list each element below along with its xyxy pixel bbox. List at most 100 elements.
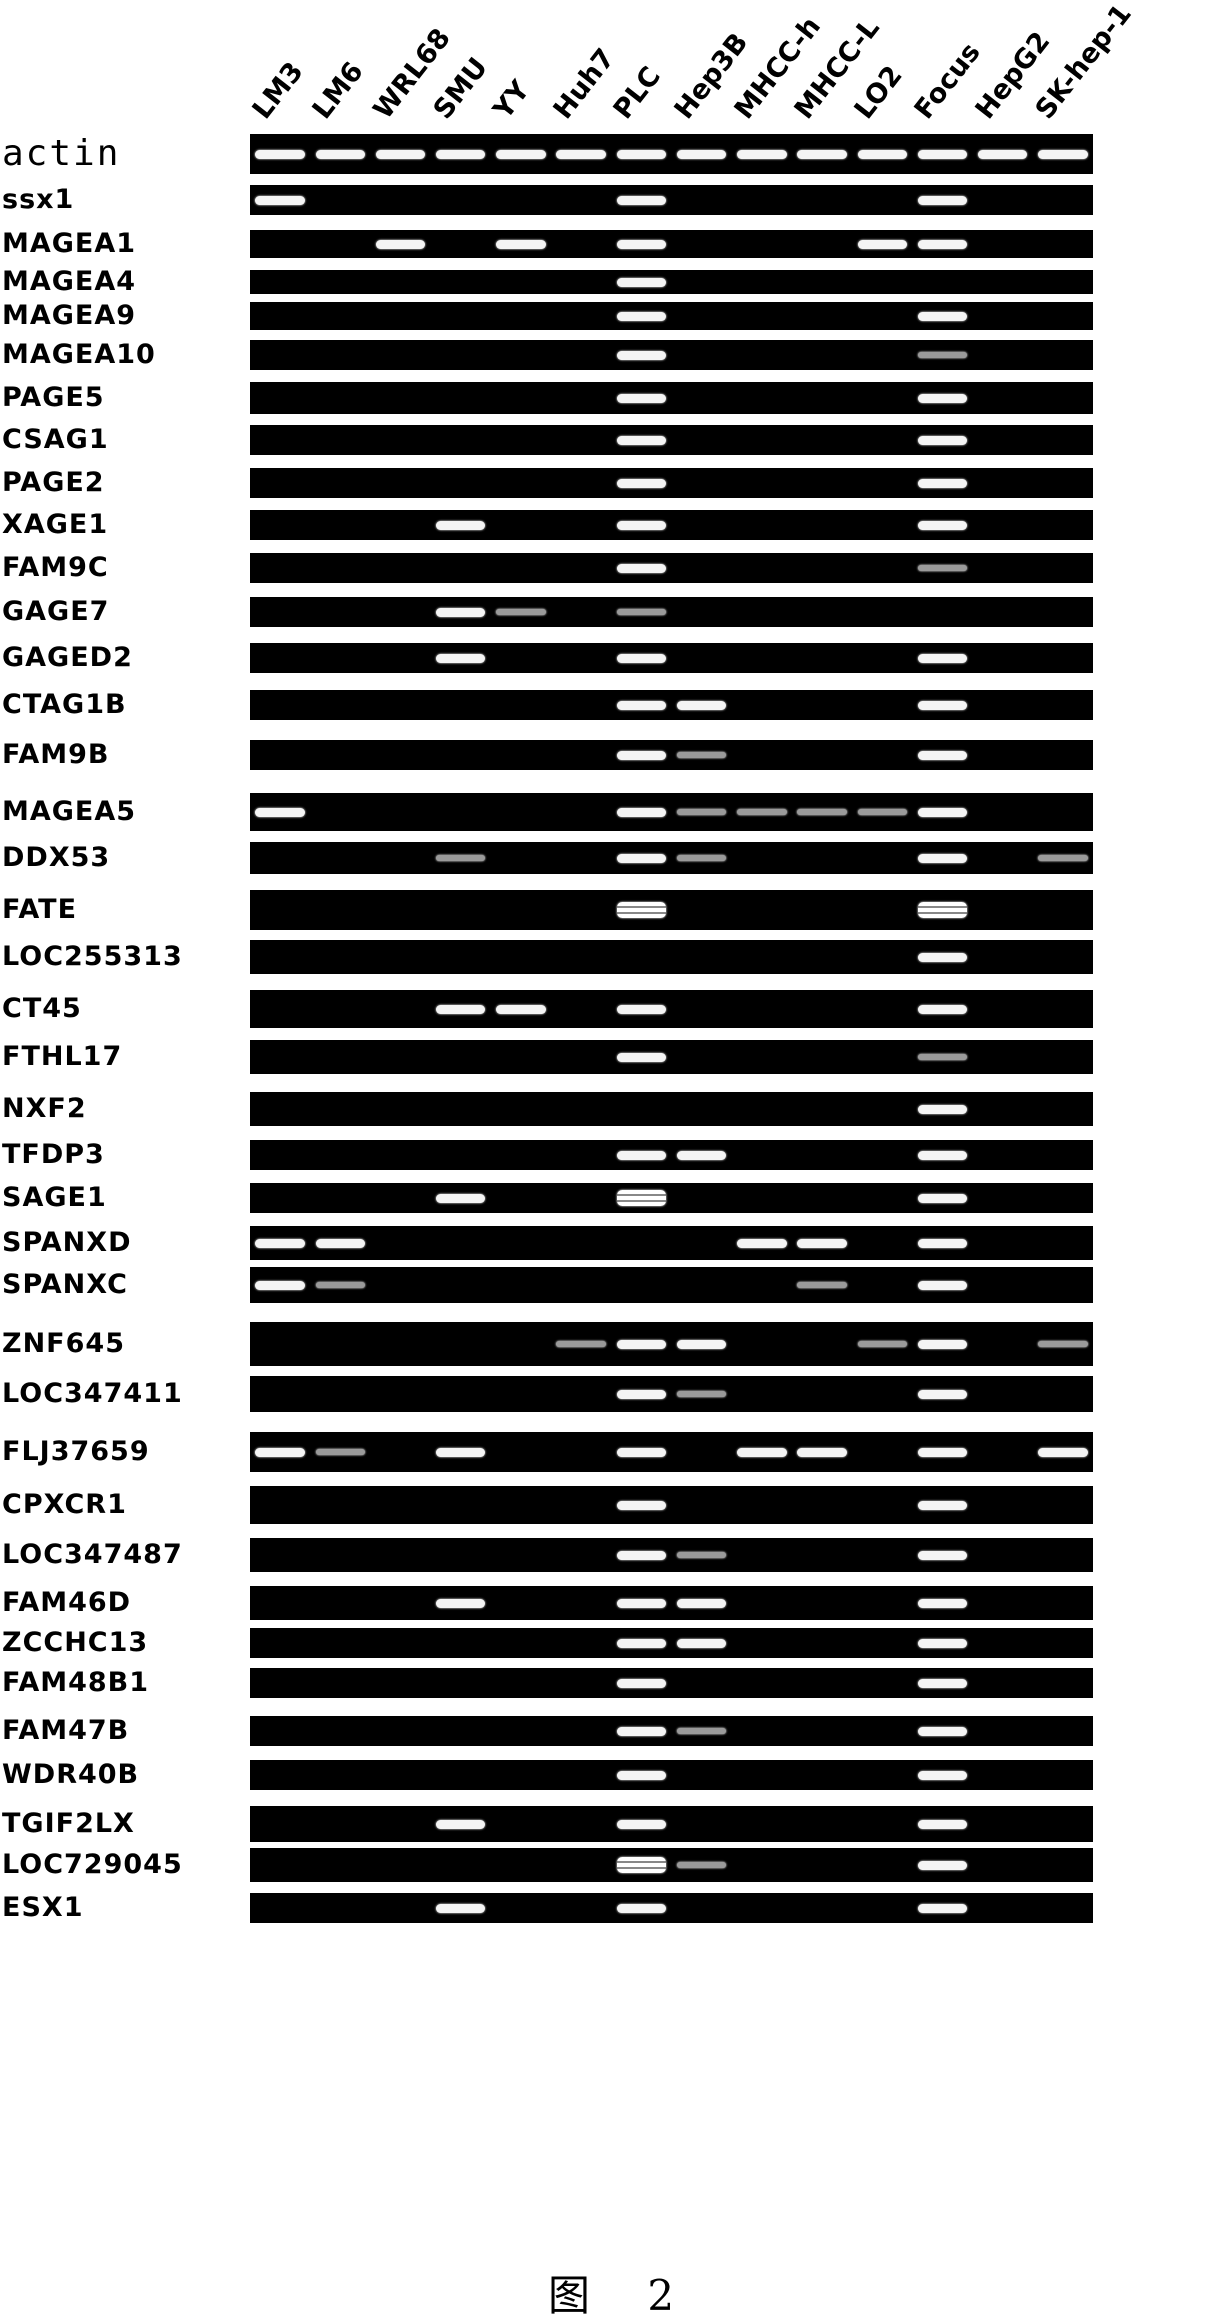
gel-band	[436, 653, 486, 663]
gene-label: MAGEA10	[2, 339, 156, 370]
gel-band	[676, 752, 727, 758]
gel-band	[676, 700, 727, 710]
gel-band	[496, 149, 546, 159]
gel-row	[250, 1486, 1093, 1524]
gel-band	[436, 1903, 486, 1913]
gel-row	[250, 740, 1093, 770]
gel-row	[250, 1376, 1093, 1412]
gene-label: PAGE5	[2, 382, 105, 413]
gene-label: GAGE7	[2, 596, 110, 627]
gene-label: DDX53	[2, 842, 111, 873]
gel-row	[250, 1432, 1093, 1472]
gel-row	[250, 1848, 1093, 1882]
gel-band	[375, 239, 426, 249]
gel-band	[315, 1238, 365, 1248]
gel-band	[917, 239, 968, 249]
gel-band	[737, 809, 787, 815]
gel-band	[616, 1447, 667, 1457]
gel-band	[616, 750, 667, 760]
gel-band	[255, 1238, 305, 1248]
gel-band	[616, 350, 667, 360]
gel-band	[797, 1238, 847, 1248]
gel-band	[917, 352, 968, 358]
gene-label: actin	[2, 133, 121, 174]
gel-row	[250, 270, 1093, 294]
gene-label: WDR40B	[2, 1759, 140, 1790]
gel-band	[616, 1190, 667, 1206]
gel-row	[250, 1267, 1093, 1303]
gel-band	[797, 809, 847, 815]
gel-band	[616, 1857, 667, 1873]
gel-band	[917, 195, 968, 205]
gel-row	[250, 1586, 1093, 1620]
gel-band	[496, 239, 546, 249]
gel-band	[616, 393, 667, 403]
gel-band	[917, 1726, 968, 1736]
gel-band	[616, 520, 667, 530]
lane-label: YY	[487, 75, 536, 125]
gel-row	[250, 1140, 1093, 1170]
gel-band	[1038, 855, 1088, 861]
gel-band	[616, 435, 667, 445]
gel-row	[250, 185, 1093, 215]
gel-band	[616, 1052, 667, 1062]
gene-label: NXF2	[2, 1093, 87, 1124]
gel-band	[917, 853, 968, 863]
gel-row	[250, 793, 1093, 831]
gel-row	[250, 1226, 1093, 1260]
gene-label: LOC729045	[2, 1849, 183, 1880]
gel-band	[917, 1500, 968, 1510]
gel-band	[737, 1447, 787, 1457]
gel-band	[616, 853, 667, 863]
gel-row	[250, 1668, 1093, 1698]
gel-band	[917, 393, 968, 403]
gene-label: MAGEA9	[2, 300, 137, 331]
gel-band	[616, 1678, 667, 1688]
gel-band	[496, 1004, 546, 1014]
lane-label: SK-hep-1	[1029, 0, 1138, 125]
gel-band	[1038, 1447, 1088, 1457]
gel-band	[1038, 149, 1088, 159]
gel-band	[436, 855, 486, 861]
gel-band	[917, 478, 968, 488]
gel-row	[250, 1716, 1093, 1746]
gel-band	[797, 1282, 847, 1288]
gel-band	[737, 1238, 787, 1248]
gel-band	[375, 149, 426, 159]
gel-band	[436, 1447, 486, 1457]
gel-band	[917, 1193, 968, 1203]
gel-band	[676, 855, 727, 861]
gel-row	[250, 425, 1093, 455]
gel-band	[917, 1389, 968, 1399]
gene-label: XAGE1	[2, 509, 109, 540]
gel-band	[556, 1341, 606, 1347]
gel-band	[676, 809, 727, 815]
gene-label: ZNF645	[2, 1328, 125, 1359]
gel-row	[250, 302, 1093, 330]
lane-label: PLC	[607, 61, 668, 125]
gel-row	[250, 597, 1093, 627]
gel-band	[616, 1389, 667, 1399]
gel-row	[250, 382, 1093, 414]
gel-row	[250, 643, 1093, 673]
lane-label: LO2	[848, 60, 909, 125]
gel-band	[616, 1819, 667, 1829]
gel-band	[917, 149, 968, 159]
lane-label: LM6	[306, 56, 370, 125]
gel-band	[917, 1678, 968, 1688]
gel-row	[250, 134, 1093, 174]
gel-band	[917, 1770, 968, 1780]
gel-band	[616, 239, 667, 249]
gel-row	[250, 468, 1093, 498]
gene-label: LOC347411	[2, 1378, 183, 1409]
gel-band	[676, 149, 727, 159]
gel-band	[917, 653, 968, 663]
gene-label: SPANXC	[2, 1269, 128, 1300]
gel-band	[255, 149, 305, 159]
gene-label: ssx1	[2, 184, 75, 215]
gene-label: ESX1	[2, 1892, 84, 1923]
gel-row	[250, 230, 1093, 258]
gel-band	[917, 700, 968, 710]
gel-band	[917, 1550, 968, 1560]
gel-band	[917, 1819, 968, 1829]
